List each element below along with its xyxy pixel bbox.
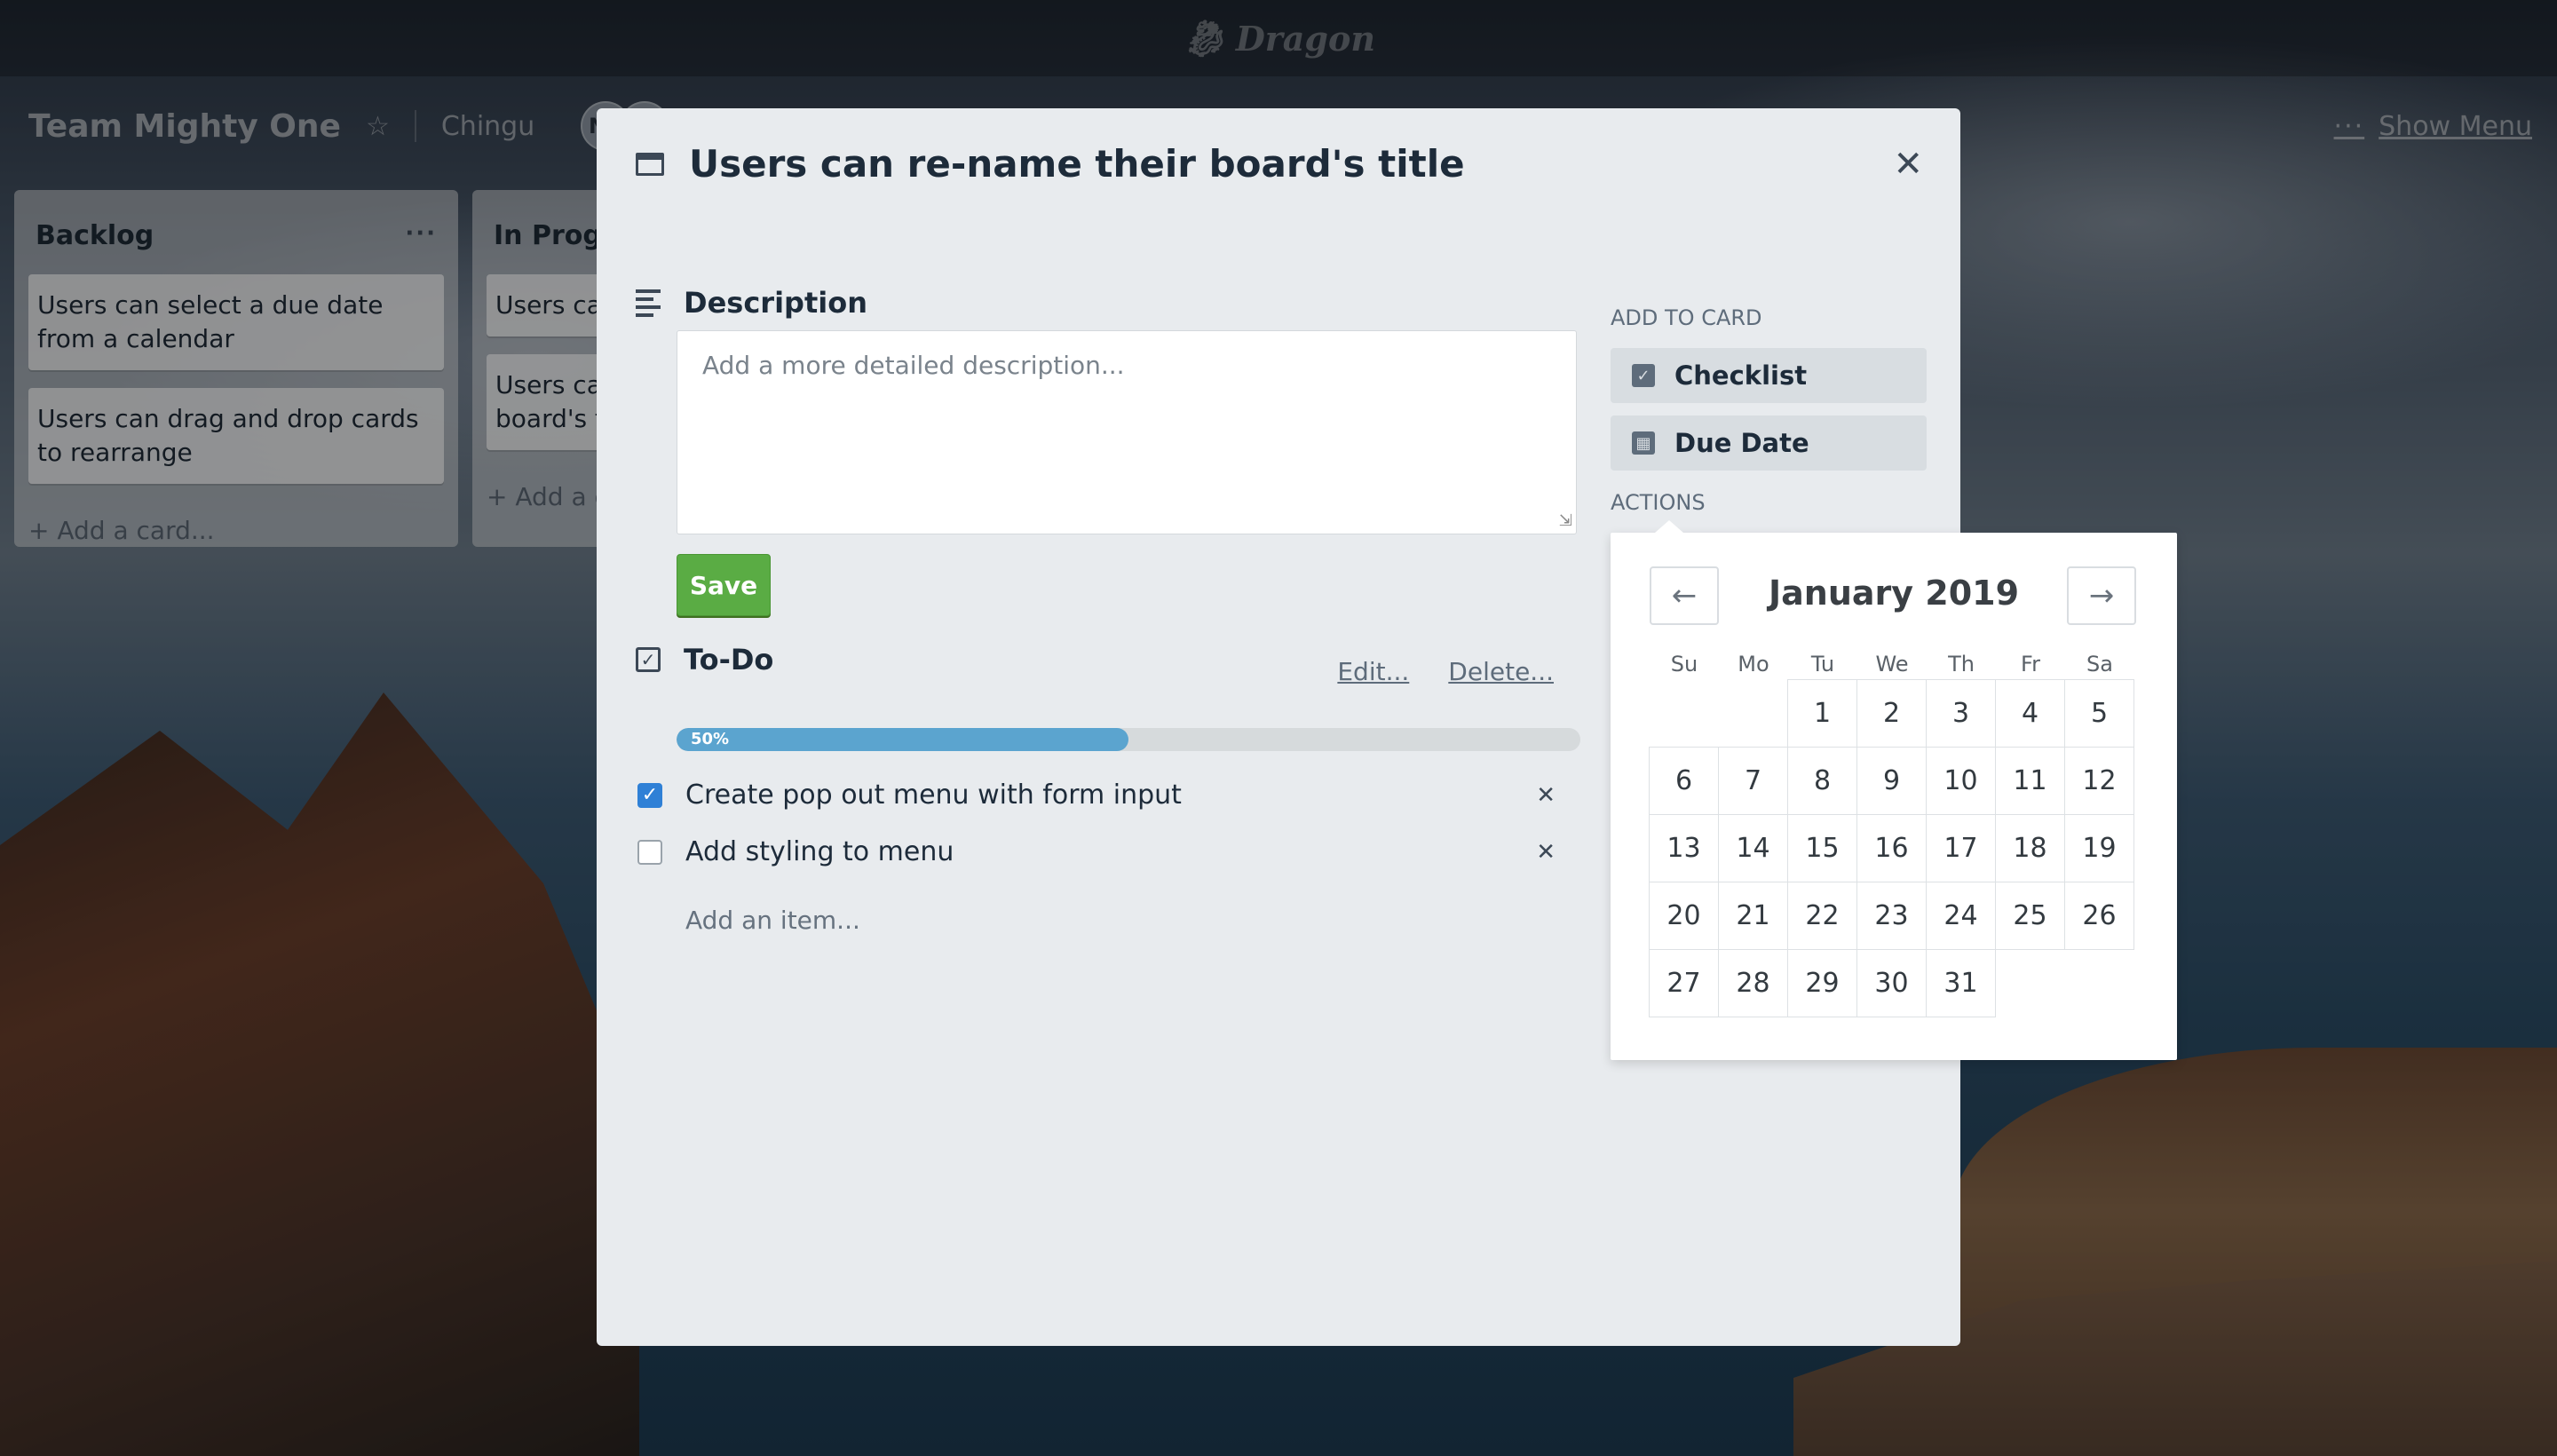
calendar-day[interactable]: 13 — [1649, 814, 1719, 882]
calendar-day[interactable]: 14 — [1718, 814, 1788, 882]
calendar-day[interactable]: 24 — [1926, 882, 1996, 950]
item-text[interactable]: Add styling to menu — [685, 836, 954, 867]
checklist-actions: Edit... Delete... — [1337, 657, 1554, 686]
description-label: Description — [684, 286, 867, 320]
edit-checklist-link[interactable]: Edit... — [1337, 657, 1409, 686]
weekday-label: Su — [1670, 652, 1698, 677]
checkbox-icon: ✓ — [1632, 364, 1655, 387]
checklist-item: Add styling to menu ✕ — [637, 836, 1556, 867]
checklist-button[interactable]: ✓ Checklist — [1611, 348, 1927, 403]
calendar-day[interactable]: 27 — [1649, 949, 1719, 1017]
calendar-day[interactable]: 4 — [1995, 679, 2065, 748]
modal-header: Users can re-name their board's title — [636, 142, 1465, 186]
card-title[interactable]: Users can re-name their board's title — [689, 142, 1465, 186]
calendar-day[interactable]: 3 — [1926, 679, 1996, 748]
weekday-label: We — [1875, 652, 1909, 677]
calendar-day[interactable]: 25 — [1995, 882, 2065, 950]
weekday-label: Th — [1948, 652, 1975, 677]
calendar-day[interactable]: 17 — [1926, 814, 1996, 882]
item-checkbox[interactable] — [637, 839, 662, 865]
save-button[interactable]: Save — [677, 554, 771, 616]
calendar-day[interactable]: 28 — [1718, 949, 1788, 1017]
calendar-day[interactable]: 9 — [1856, 747, 1927, 815]
checklist-button-label: Checklist — [1674, 360, 1808, 391]
description-icon — [636, 289, 661, 317]
calendar-day[interactable]: 22 — [1787, 882, 1857, 950]
checklist-heading: ✓ To-Do — [636, 643, 773, 677]
calendar-day[interactable]: 11 — [1995, 747, 2065, 815]
checklist-title[interactable]: To-Do — [684, 643, 773, 677]
calendar-day[interactable]: 1 — [1787, 679, 1857, 748]
calendar-day[interactable]: 7 — [1718, 747, 1788, 815]
calendar-day[interactable]: 16 — [1856, 814, 1927, 882]
remove-item-icon[interactable]: ✕ — [1536, 839, 1556, 866]
calendar-day[interactable]: 8 — [1787, 747, 1857, 815]
checklist-item: ✓ Create pop out menu with form input ✕ — [637, 779, 1556, 811]
calendar-day[interactable]: 20 — [1649, 882, 1719, 950]
calendar-day[interactable]: 5 — [2064, 679, 2134, 748]
calendar-blank-cell — [1649, 679, 1719, 748]
weekday-label: Fr — [2021, 652, 2040, 677]
checklist-progress-bar: 50% — [677, 728, 1580, 751]
resize-handle-icon[interactable]: ⇲ — [1559, 511, 1572, 530]
due-date-button-label: Due Date — [1674, 428, 1809, 458]
card-icon — [636, 152, 664, 176]
actions-label: ACTIONS — [1611, 490, 1706, 515]
add-to-card-label: ADD TO CARD — [1611, 305, 1762, 330]
progress-fill: 50% — [677, 728, 1128, 751]
remove-item-icon[interactable]: ✕ — [1536, 782, 1556, 809]
checklist-icon: ✓ — [636, 647, 661, 672]
calendar-grid: 1 2 3 4 5 6 7 8 9 10 11 12 13 14 15 16 17 18 19 20 21 22 23 24 2… — [1649, 679, 2134, 1017]
weekday-header: Su Mo Tu We Th Fr Sa — [1650, 652, 2136, 677]
calendar-day[interactable]: 21 — [1718, 882, 1788, 950]
due-date-button[interactable]: ▦ Due Date — [1611, 415, 1927, 471]
delete-checklist-link[interactable]: Delete... — [1448, 657, 1554, 686]
calendar-day[interactable]: 19 — [2064, 814, 2134, 882]
description-placeholder: Add a more detailed description... — [702, 351, 1125, 380]
calendar-day[interactable]: 31 — [1926, 949, 1996, 1017]
add-item-button[interactable]: Add an item... — [685, 906, 860, 935]
calendar-day[interactable]: 18 — [1995, 814, 2065, 882]
item-checkbox[interactable]: ✓ — [637, 782, 662, 808]
calendar-day[interactable]: 30 — [1856, 949, 1927, 1017]
item-text[interactable]: Create pop out menu with form input — [685, 779, 1182, 811]
weekday-label: Tu — [1810, 652, 1835, 677]
calendar-day[interactable]: 15 — [1787, 814, 1857, 882]
popover-caret — [1655, 520, 1683, 533]
calendar-day[interactable]: 2 — [1856, 679, 1927, 748]
calendar-icon: ▦ — [1632, 431, 1655, 455]
arrow-right-icon[interactable]: → — [2067, 566, 2136, 625]
description-input[interactable]: Add a more detailed description... ⇲ — [677, 330, 1577, 534]
calendar-blank-cell — [1718, 679, 1788, 748]
date-picker-popover: ← January 2019 → Su Mo Tu We Th Fr Sa 12345678… — [1611, 520, 2177, 1060]
weekday-label: Sa — [2086, 652, 2113, 677]
calendar-day[interactable]: 23 — [1856, 882, 1927, 950]
weekday-label: Mo — [1738, 652, 1769, 677]
calendar-day[interactable]: 26 — [2064, 882, 2134, 950]
calendar-day[interactable]: 6 — [1649, 747, 1719, 815]
description-heading: Description — [636, 286, 867, 320]
close-icon[interactable]: ✕ — [1893, 144, 1923, 185]
calendar-day[interactable]: 29 — [1787, 949, 1857, 1017]
calendar-day[interactable]: 12 — [2064, 747, 2134, 815]
calendar-day[interactable]: 10 — [1926, 747, 1996, 815]
